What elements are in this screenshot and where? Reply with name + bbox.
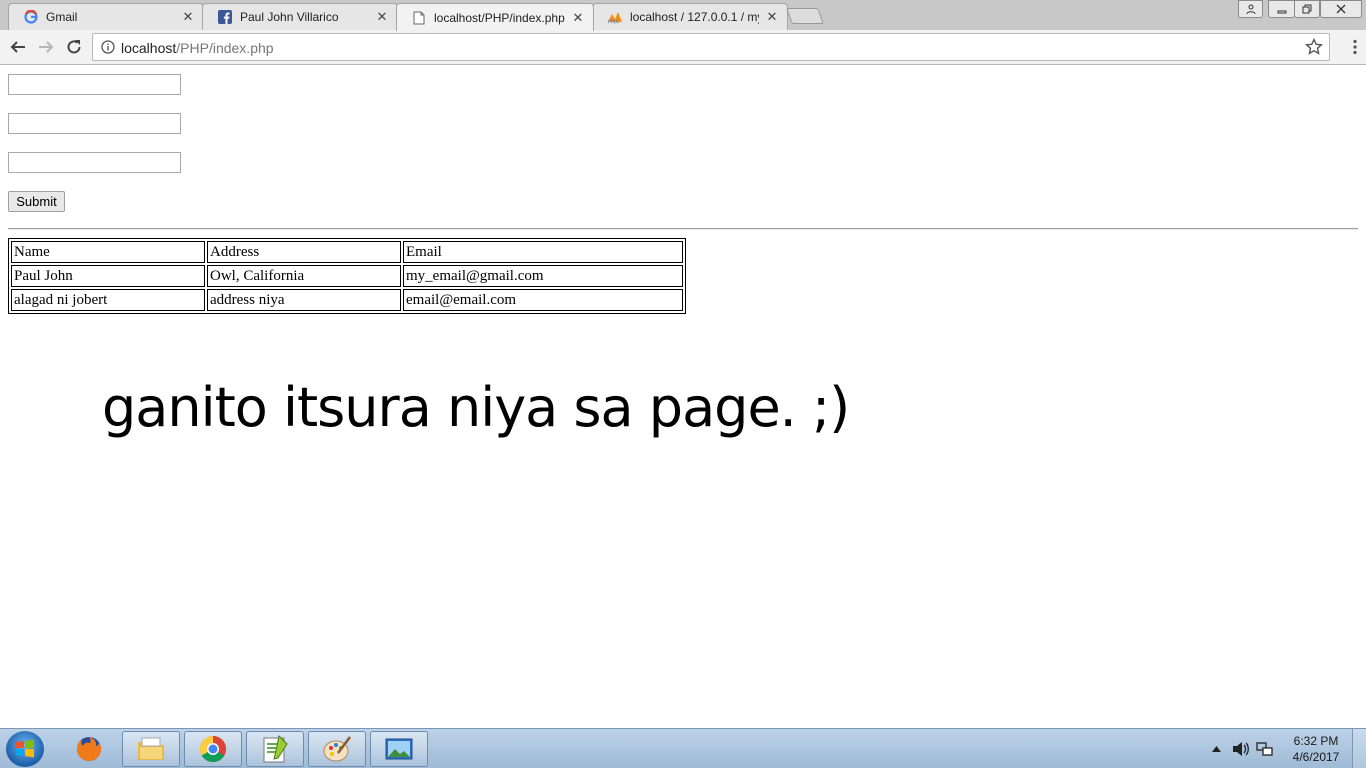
forward-button[interactable] <box>35 36 57 58</box>
taskbar-photo-viewer[interactable] <box>370 731 428 767</box>
divider <box>8 228 1358 230</box>
bookmark-star-icon[interactable] <box>1305 38 1323 56</box>
close-icon[interactable]: ✕ <box>571 10 585 25</box>
cell-name: alagad ni jobert <box>11 289 205 311</box>
tab-phpmyadmin[interactable]: PMA localhost / 127.0.0.1 / my ✕ <box>592 3 788 30</box>
email-input[interactable] <box>8 152 181 173</box>
start-button[interactable] <box>6 731 44 767</box>
clock[interactable]: 6:32 PM 4/6/2017 <box>1290 733 1342 765</box>
page-icon <box>411 10 427 26</box>
chrome-icon <box>199 735 227 763</box>
close-icon[interactable]: ✕ <box>375 10 389 24</box>
clock-time: 6:32 PM <box>1293 734 1339 748</box>
tab-title: Paul John Villarico <box>240 10 339 24</box>
records-table: Name Address Email Paul John Owl, Califo… <box>8 238 686 314</box>
file-explorer-icon <box>138 737 164 760</box>
table-row: alagad ni jobert address niya email@emai… <box>11 289 683 311</box>
cell-email: email@email.com <box>403 289 683 311</box>
minimize-button[interactable] <box>1268 0 1295 18</box>
restore-icon <box>1302 4 1312 14</box>
arrow-right-icon <box>39 41 54 53</box>
cell-name: Paul John <box>11 265 205 287</box>
taskbar-chrome[interactable] <box>184 731 242 767</box>
paint-icon <box>323 736 351 762</box>
cell-address: address niya <box>207 289 401 311</box>
phpmyadmin-icon: PMA <box>607 9 623 25</box>
taskbar-file-explorer[interactable] <box>122 731 180 767</box>
photo-viewer-icon <box>385 738 413 760</box>
arrow-left-icon <box>10 41 25 53</box>
annotation-text: ganito itsura niya sa page. ;) <box>102 376 850 439</box>
taskbar-notepad-plus[interactable] <box>246 731 304 767</box>
profile-button[interactable] <box>1238 0 1263 18</box>
url-text: localhost/PHP/index.php <box>121 40 274 56</box>
page-content: Submit Name Address Email Paul John Owl,… <box>0 66 1366 728</box>
minimize-icon <box>1277 10 1286 14</box>
back-button[interactable] <box>7 36 29 58</box>
table-header-row: Name Address Email <box>11 241 683 263</box>
taskbar-paint[interactable] <box>308 731 366 767</box>
reload-button[interactable] <box>63 36 85 58</box>
close-window-button[interactable] <box>1320 0 1362 18</box>
info-icon[interactable] <box>101 40 115 54</box>
browser-toolbar: localhost/PHP/index.php <box>0 30 1366 65</box>
person-icon <box>1246 4 1255 14</box>
tab-title: localhost/PHP/index.php <box>434 10 565 25</box>
reload-icon <box>67 40 81 54</box>
show-hidden-icons-icon[interactable] <box>1212 745 1221 753</box>
new-tab-button[interactable] <box>786 8 824 24</box>
clock-date: 4/6/2017 <box>1292 750 1340 764</box>
header-name: Name <box>11 241 205 263</box>
close-icon[interactable]: ✕ <box>765 10 779 24</box>
name-input[interactable] <box>8 74 181 95</box>
show-desktop-button[interactable] <box>1352 729 1366 768</box>
windows-logo-icon <box>16 739 34 758</box>
tab-facebook[interactable]: Paul John Villarico ✕ <box>202 3 398 30</box>
google-icon <box>23 9 39 25</box>
facebook-icon <box>217 9 233 25</box>
close-icon <box>1336 4 1346 14</box>
tab-strip: Gmail ✕ Paul John Villarico ✕ localhost/… <box>0 0 1366 31</box>
tab-title: localhost / 127.0.0.1 / my <box>630 10 759 24</box>
close-icon[interactable]: ✕ <box>181 10 195 24</box>
firefox-icon <box>77 737 101 761</box>
address-bar[interactable]: localhost/PHP/index.php <box>92 33 1330 61</box>
cell-address: Owl, California <box>207 265 401 287</box>
taskbar-firefox[interactable] <box>60 731 118 767</box>
volume-icon[interactable] <box>1232 741 1250 757</box>
taskbar: 6:32 PM 4/6/2017 <box>0 728 1366 768</box>
tab-title: Gmail <box>46 10 78 24</box>
url-host: localhost <box>121 40 177 56</box>
address-input[interactable] <box>8 113 181 134</box>
header-email: Email <box>403 241 683 263</box>
url-path: /PHP/index.php <box>176 40 274 56</box>
cell-email: my_email@gmail.com <box>403 265 683 287</box>
table-row: Paul John Owl, California my_email@gmail… <box>11 265 683 287</box>
submit-button[interactable]: Submit <box>8 191 65 212</box>
tab-index-php[interactable]: localhost/PHP/index.php ✕ <box>396 3 594 31</box>
menu-dots-icon[interactable] <box>1352 39 1358 55</box>
tab-gmail[interactable]: Gmail ✕ <box>8 3 204 30</box>
network-icon[interactable] <box>1256 741 1274 757</box>
header-address: Address <box>207 241 401 263</box>
svg-text:PMA: PMA <box>608 20 619 25</box>
notepad-plus-icon <box>263 734 288 763</box>
restore-button[interactable] <box>1294 0 1320 18</box>
